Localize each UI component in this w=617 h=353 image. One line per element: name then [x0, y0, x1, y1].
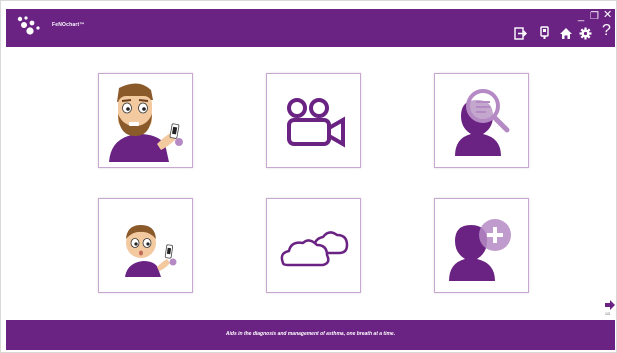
page-indicator: 1/3	[605, 312, 610, 316]
restore-button[interactable]: ❐	[590, 11, 599, 22]
app-brand: FeNOchart™	[52, 22, 85, 28]
child-patient-icon	[125, 225, 177, 277]
settings-icon[interactable]	[579, 27, 592, 40]
adult-patient-icon	[109, 83, 183, 162]
add-patient-tile[interactable]	[434, 198, 529, 293]
app-window: FeNOchart™ _ ❐ ✕ ? 1/3 Aids in the diagn…	[0, 0, 617, 353]
add-patient-icon	[449, 219, 511, 281]
close-button[interactable]: ✕	[603, 10, 612, 21]
device-icon[interactable]	[539, 26, 550, 40]
cloud-tile[interactable]	[266, 198, 361, 293]
search-patient-icon	[455, 89, 510, 156]
minimize-button[interactable]: _	[578, 11, 584, 22]
footer-bar: Aids in the diagnosis and management of …	[6, 320, 615, 350]
video-camera-icon	[287, 98, 345, 148]
header-bar: FeNOchart™ _ ❐ ✕ ?	[6, 9, 615, 47]
adult-patient-tile[interactable]	[98, 73, 193, 168]
video-tile[interactable]	[266, 73, 361, 168]
home-icon[interactable]	[559, 27, 573, 40]
help-icon[interactable]: ?	[602, 23, 611, 39]
child-patient-tile[interactable]	[98, 198, 193, 293]
app-logo	[17, 16, 40, 35]
logout-icon[interactable]	[514, 27, 527, 40]
next-page-arrow-icon[interactable]	[604, 299, 616, 311]
search-patient-tile[interactable]	[434, 73, 529, 168]
cloud-icon	[280, 231, 349, 267]
tagline: Aids in the diagnosis and management of …	[225, 331, 396, 337]
